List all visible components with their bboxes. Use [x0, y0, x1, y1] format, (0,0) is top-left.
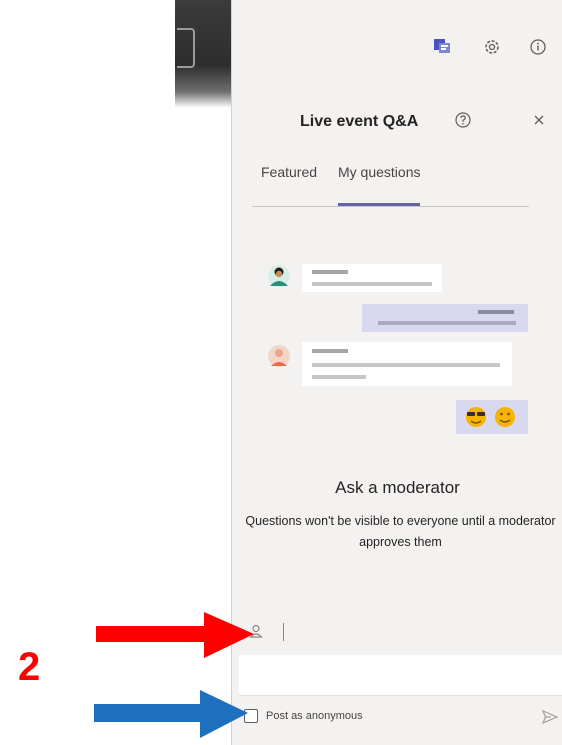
smile-emoji-icon: [495, 407, 515, 427]
info-icon[interactable]: [527, 36, 549, 58]
qna-tabs: Featured My questions: [252, 164, 529, 207]
cool-emoji-icon: [466, 407, 486, 427]
anonymous-option: Post as anonymous: [244, 707, 562, 729]
annotation-number: 2: [18, 645, 41, 689]
tab-my-questions[interactable]: My questions: [338, 164, 421, 206]
settings-icon[interactable]: [481, 36, 503, 58]
cursor-divider: [283, 623, 284, 641]
avatar-man-icon: [268, 345, 290, 367]
empty-state-title: Ask a moderator: [335, 478, 460, 497]
video-preview-strip: [175, 0, 231, 108]
blue-arrow-annotation: [94, 690, 248, 738]
video-frame: [177, 28, 195, 68]
avatar-woman-icon: [268, 265, 290, 287]
panel-toolbar: [231, 36, 562, 60]
empty-state-description: Questions won't be visible to everyone u…: [245, 514, 556, 549]
qna-icon[interactable]: [431, 36, 453, 58]
composer-toolbar: [232, 615, 562, 650]
send-icon[interactable]: [541, 708, 559, 726]
qna-panel: Live event Q&A Featured My questions Ask…: [231, 0, 562, 745]
empty-state-illustration: [268, 264, 528, 434]
close-icon[interactable]: [531, 112, 547, 128]
question-input[interactable]: [239, 655, 562, 696]
help-icon[interactable]: [454, 111, 472, 129]
anonymous-label: Post as anonymous: [266, 710, 363, 722]
tab-featured[interactable]: Featured: [261, 164, 317, 180]
panel-title: Live event Q&A: [300, 113, 419, 130]
red-arrow-annotation: [96, 612, 254, 658]
